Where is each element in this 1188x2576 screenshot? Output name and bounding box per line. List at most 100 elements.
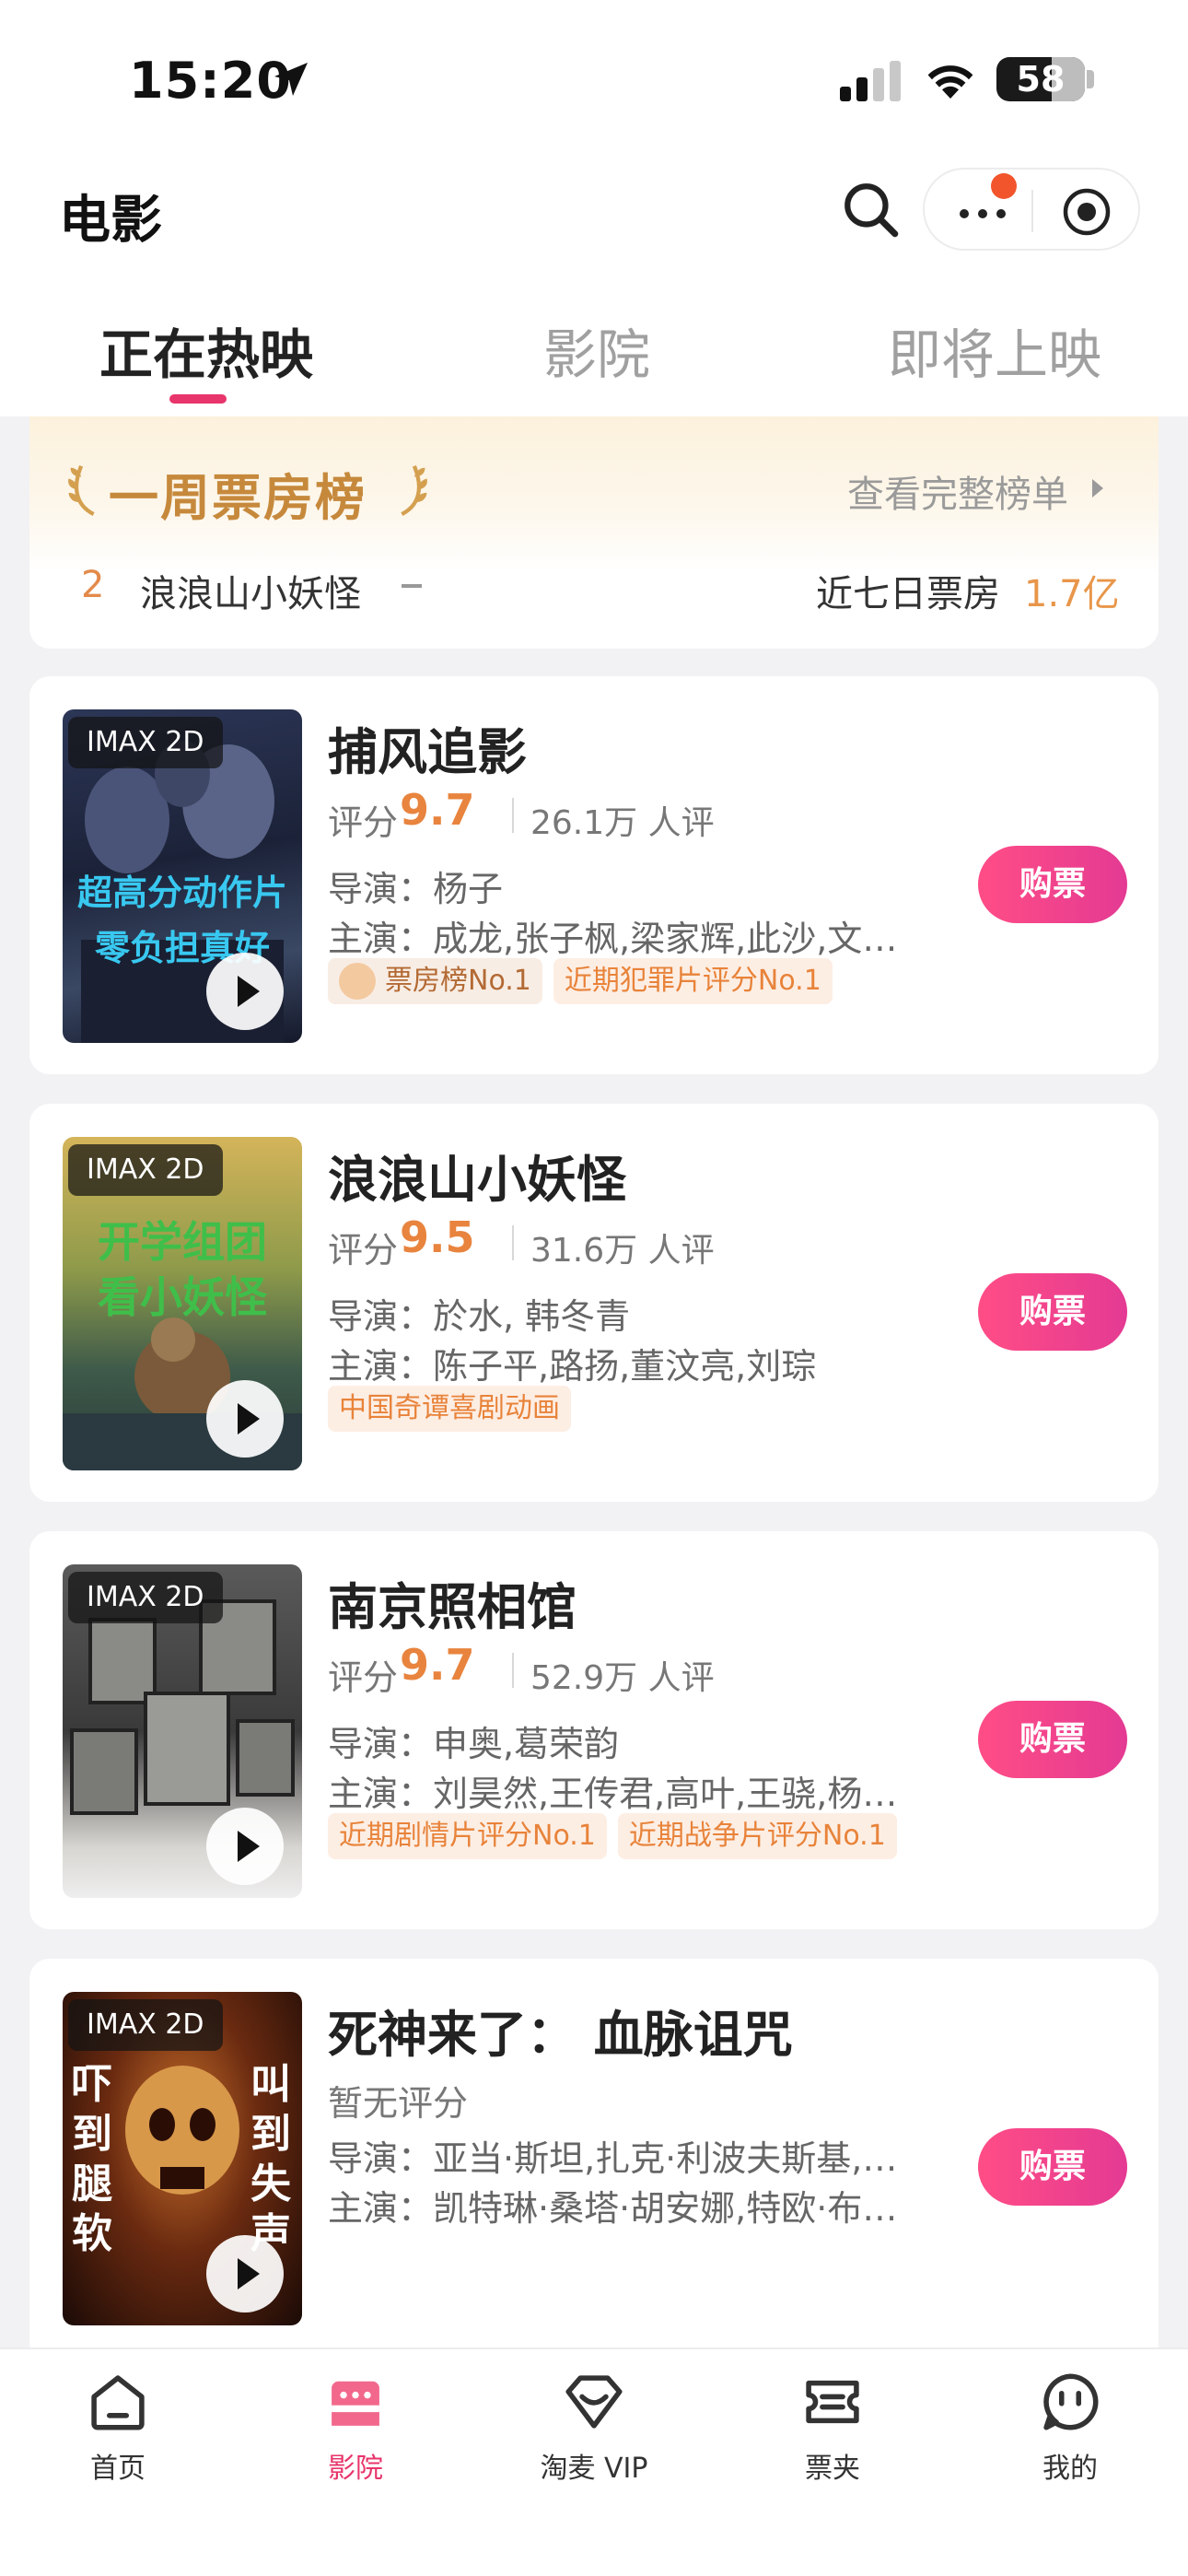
movie-score: 9.7 — [400, 1640, 475, 1690]
ranking-row-metric-value: 1.7亿 — [1024, 573, 1120, 615]
movie-card[interactable]: IMAX 2D 南京照相馆 评分 9.7 52.9万 人评 导演：申奥,葛荣韵 … — [29, 1531, 1159, 1929]
capsule-divider — [1031, 190, 1033, 232]
movie-title: 捕风追影 — [328, 723, 527, 781]
nav-label: 票夹 — [805, 2453, 860, 2485]
movie-cast: 主演：凯特琳·桑塔·胡安娜,特欧·布里... — [328, 2188, 926, 2229]
movie-tag: 近期剧情片评分No.1 — [328, 1813, 607, 1859]
poster-slogan-line2: 叫到失声 — [250, 2061, 291, 2257]
movie-score: 9.5 — [400, 1212, 475, 1262]
nav-label: 影院 — [328, 2453, 383, 2485]
movie-cast: 主演：刘昊然,王传君,高叶,王骁,杨恩... — [328, 1774, 926, 1814]
poster-slogan-line1: 吓到腿软 — [72, 2061, 112, 2257]
cinema-icon — [332, 2381, 379, 2426]
chevron-right-icon — [1092, 479, 1103, 498]
movie-director: 导演：於水, 韩冬青 — [328, 1296, 631, 1337]
no-score-label: 暂无评分 — [328, 2083, 469, 2124]
rank-change-indicator — [402, 584, 422, 588]
nav-label: 我的 — [1042, 2453, 1098, 2485]
top-area: 15:20 58 电影 正在热映 影院 即将上映 — [0, 0, 1188, 416]
ranking-title: 一周票房榜 — [109, 469, 367, 527]
search-icon[interactable] — [840, 179, 901, 240]
status-time: 15:20 — [129, 52, 292, 110]
ticket-icon — [806, 2380, 859, 2424]
buy-ticket-button[interactable]: 购票 — [978, 1701, 1127, 1778]
nav-label: 淘麦 VIP — [540, 2453, 648, 2485]
tab-coming-soon[interactable]: 即将上映 — [888, 311, 1101, 389]
nav-label: 首页 — [90, 2453, 146, 2485]
view-full-ranking-link[interactable]: 查看完整榜单 — [847, 464, 1068, 518]
notification-dot — [991, 173, 1017, 199]
profile-icon — [1043, 2373, 1099, 2430]
format-badge: IMAX 2D — [68, 717, 223, 768]
nav-item-tickets[interactable]: 票夹 — [740, 2368, 925, 2515]
movie-poster[interactable]: IMAX 2D 吓到腿软 叫到失声 — [63, 1992, 302, 2325]
format-badge: IMAX 2D — [68, 1572, 223, 1623]
movie-tags: 中国奇谭喜剧动画 — [328, 1386, 571, 1432]
score-divider — [512, 1653, 514, 1688]
nav-item-cinema[interactable]: 影院 — [263, 2368, 448, 2515]
location-arrow-icon — [274, 63, 308, 96]
movie-score: 9.7 — [400, 785, 475, 835]
buy-ticket-button[interactable]: 购票 — [978, 2128, 1127, 2206]
movie-cast: 主演：陈子平,路扬,董汶亮,刘琮 — [328, 1346, 817, 1387]
cellular-signal-icon — [840, 61, 901, 101]
rating-count: 31.6万 人评 — [530, 1232, 715, 1270]
movie-tag: 近期战争片评分No.1 — [617, 1813, 897, 1859]
ranking-row-number: 2 — [81, 564, 105, 606]
play-trailer-button[interactable] — [206, 953, 284, 1030]
play-trailer-button[interactable] — [206, 1808, 284, 1885]
laurel-left-icon — [68, 465, 95, 516]
format-badge: IMAX 2D — [68, 1144, 223, 1196]
movie-poster[interactable]: IMAX 2D — [63, 1564, 302, 1898]
movie-tag: 中国奇谭喜剧动画 — [328, 1386, 571, 1432]
movie-tags: 票房榜No.1 近期犯罪片评分No.1 — [328, 958, 833, 1004]
buy-ticket-button[interactable]: 购票 — [978, 846, 1127, 923]
movie-poster[interactable]: IMAX 2D 开学组团 看小妖怪 — [63, 1137, 302, 1470]
movie-card[interactable]: IMAX 2D 超高分动作片 零负担真好 捕风追影 评分 9.7 26.1万 人… — [29, 676, 1159, 1074]
movie-title: 南京照相馆 — [328, 1578, 577, 1636]
score-label: 评分 — [328, 802, 399, 843]
play-trailer-button[interactable] — [206, 1380, 284, 1458]
movie-title: 死神来了： 血脉诅咒 — [328, 2006, 793, 2064]
wifi-icon — [927, 65, 973, 99]
battery-level: 58 — [1016, 59, 1066, 100]
tab-cinemas[interactable]: 影院 — [543, 311, 650, 389]
movie-tags: 近期剧情片评分No.1 近期战争片评分No.1 — [328, 1813, 897, 1859]
ranking-row-metric-label: 近七日票房 — [816, 573, 1000, 615]
movie-tag: 近期犯罪片评分No.1 — [553, 958, 833, 1004]
mini-program-capsule — [923, 168, 1140, 251]
movie-card[interactable]: IMAX 2D 吓到腿软 叫到失声 死神来了： 血脉诅咒 暂无评分 导演：亚当·… — [29, 1959, 1159, 2364]
poster-slogan-line1: 开学组团 — [98, 1217, 267, 1267]
close-mini-program-icon[interactable] — [1061, 186, 1112, 238]
poster-slogan-line1: 超高分动作片 — [76, 872, 287, 913]
score-divider — [512, 1225, 514, 1260]
poster-slogan-line2: 看小妖怪 — [98, 1272, 267, 1322]
tab-now-showing[interactable]: 正在热映 — [99, 311, 313, 389]
score-label: 评分 — [328, 1230, 399, 1270]
movie-card[interactable]: IMAX 2D 开学组团 看小妖怪 浪浪山小妖怪 评分 9.5 31.6万 人评… — [29, 1104, 1159, 1502]
buy-ticket-button[interactable]: 购票 — [978, 1273, 1127, 1351]
movie-title: 浪浪山小妖怪 — [328, 1151, 626, 1209]
score-divider — [512, 798, 514, 833]
page-title: 电影 — [59, 191, 162, 251]
score-label: 评分 — [328, 1657, 399, 1698]
nav-item-profile[interactable]: 我的 — [978, 2368, 1162, 2515]
movie-director: 导演：亚当·斯坦,扎克·利波夫斯基,瑞... — [328, 2138, 926, 2179]
mascot-icon — [339, 963, 376, 1000]
laurel-right-icon — [401, 465, 427, 516]
box-office-ranking-card[interactable]: 一周票房榜 查看完整榜单 2 浪浪山小妖怪 近七日票房 1.7亿 — [29, 416, 1159, 649]
bottom-nav: 首页 影院 淘麦 VIP 票夹 我的 — [0, 2348, 1188, 2576]
movie-director: 导演：杨子 — [328, 869, 504, 909]
format-badge: IMAX 2D — [68, 1999, 223, 2051]
home-icon — [91, 2375, 145, 2430]
vip-icon — [565, 2375, 623, 2429]
rating-count: 26.1万 人评 — [530, 804, 715, 842]
battery-nub — [1087, 70, 1094, 88]
battery-indicator: 58 — [996, 57, 1085, 101]
movie-poster[interactable]: IMAX 2D 超高分动作片 零负担真好 — [63, 709, 302, 1043]
rating-count: 52.9万 人评 — [530, 1659, 715, 1697]
nav-item-home[interactable]: 首页 — [26, 2368, 210, 2515]
movie-cast: 主演：成龙,张子枫,梁家辉,此沙,文俊... — [328, 919, 926, 959]
nav-item-vip[interactable]: 淘麦 VIP — [502, 2368, 686, 2515]
play-trailer-button[interactable] — [206, 2235, 284, 2313]
